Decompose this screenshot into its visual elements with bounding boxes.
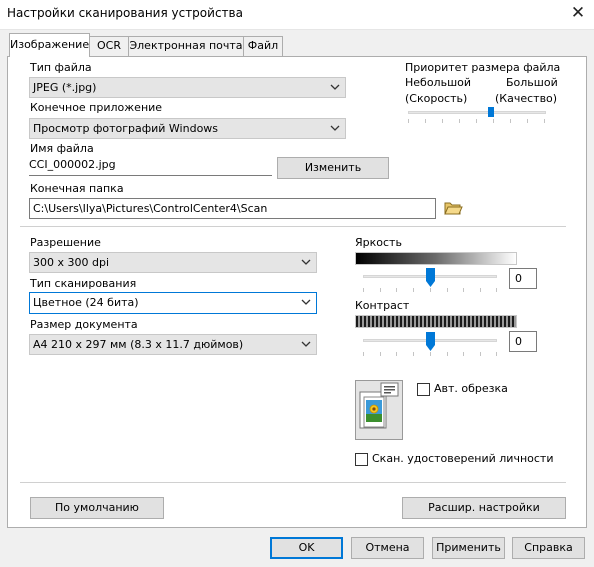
close-icon[interactable]: ✕: [566, 3, 590, 25]
section-divider: [20, 226, 566, 227]
document-size-value: A4 210 x 297 мм (8.3 x 11.7 дюймов): [33, 338, 244, 351]
resolution-label: Разрешение: [30, 236, 101, 249]
large-size-label: Большой: [506, 76, 558, 89]
folder-browse-icon[interactable]: [443, 199, 463, 217]
contrast-value: 0: [515, 335, 522, 348]
change-button[interactable]: Изменить: [277, 157, 389, 179]
file-size-slider-ticks: [408, 119, 548, 123]
target-app-dropdown[interactable]: Просмотр фотографий Windows: [29, 118, 346, 139]
dest-folder-value: C:\Users\Ilya\Pictures\ControlCenter4\Sc…: [33, 202, 268, 215]
scan-type-dropdown[interactable]: Цветное (24 бита): [29, 292, 317, 314]
document-size-dropdown[interactable]: A4 210 x 297 мм (8.3 x 11.7 дюймов): [29, 334, 317, 355]
auto-crop-label: Авт. обрезка: [434, 382, 508, 395]
advanced-settings-button[interactable]: Расшир. настройки: [402, 497, 566, 519]
chevron-down-icon: [301, 341, 311, 347]
chevron-down-icon: [330, 84, 340, 90]
contrast-gradient: [355, 315, 517, 328]
scan-type-label: Тип сканирования: [30, 277, 137, 290]
cancel-button[interactable]: Отмена: [351, 537, 424, 559]
brightness-value-field[interactable]: 0: [509, 268, 537, 289]
chevron-down-icon: [301, 259, 311, 265]
file-size-slider-thumb[interactable]: [487, 107, 494, 117]
resolution-dropdown[interactable]: 300 x 300 dpi: [29, 252, 317, 273]
title-bar: Настройки сканирования устройства ✕: [0, 0, 594, 30]
dest-folder-label: Конечная папка: [30, 182, 124, 195]
chevron-down-icon: [301, 299, 311, 305]
contrast-slider-ticks: [363, 352, 499, 356]
tab-image[interactable]: Изображение: [9, 33, 90, 57]
default-settings-button[interactable]: По умолчанию: [30, 497, 164, 519]
file-type-value: JPEG (*.jpg): [33, 81, 97, 94]
small-size-label: Небольшой: [405, 76, 472, 89]
window-title: Настройки сканирования устройства: [7, 6, 243, 20]
target-app-value: Просмотр фотографий Windows: [33, 122, 219, 135]
contrast-slider-thumb[interactable]: [425, 332, 435, 351]
file-size-slider-track[interactable]: [408, 111, 546, 114]
help-button[interactable]: Справка: [512, 537, 585, 559]
ok-button[interactable]: OK: [270, 537, 343, 559]
dest-folder-field[interactable]: C:\Users\Ilya\Pictures\ControlCenter4\Sc…: [29, 198, 436, 219]
speed-label: (Скорость): [405, 92, 468, 105]
quality-label: (Качество): [495, 92, 558, 105]
brightness-label: Яркость: [355, 236, 402, 249]
id-scan-checkbox[interactable]: [355, 453, 368, 466]
chevron-down-icon: [330, 125, 340, 131]
file-size-priority-label: Приоритет размера файла: [405, 61, 561, 74]
brightness-slider-ticks: [363, 288, 499, 292]
brightness-slider-thumb[interactable]: [425, 268, 435, 287]
file-type-label: Тип файла: [30, 61, 92, 74]
document-size-label: Размер документа: [30, 318, 138, 331]
scan-type-value: Цветное (24 бита): [33, 296, 139, 309]
auto-crop-checkbox[interactable]: [417, 383, 430, 396]
file-name-value: CCI_000002.jpg: [29, 158, 116, 171]
contrast-value-field[interactable]: 0: [509, 331, 537, 352]
tab-file[interactable]: Файл: [243, 36, 283, 56]
resolution-value: 300 x 300 dpi: [33, 256, 110, 269]
contrast-label: Контраст: [355, 299, 410, 312]
file-type-dropdown[interactable]: JPEG (*.jpg): [29, 77, 346, 98]
bottom-divider: [20, 482, 566, 483]
brightness-value: 0: [515, 272, 522, 285]
brightness-gradient: [355, 252, 517, 265]
file-name-field[interactable]: CCI_000002.jpg: [29, 156, 272, 176]
file-name-label: Имя файла: [30, 142, 94, 155]
auto-crop-preview-icon: [355, 380, 403, 440]
target-app-label: Конечное приложение: [30, 101, 163, 114]
id-scan-label: Скан. удостоверений личности: [372, 452, 554, 465]
tab-email[interactable]: Электронная почта: [128, 36, 244, 56]
tab-ocr[interactable]: OCR: [89, 36, 129, 56]
apply-button[interactable]: Применить: [432, 537, 505, 559]
